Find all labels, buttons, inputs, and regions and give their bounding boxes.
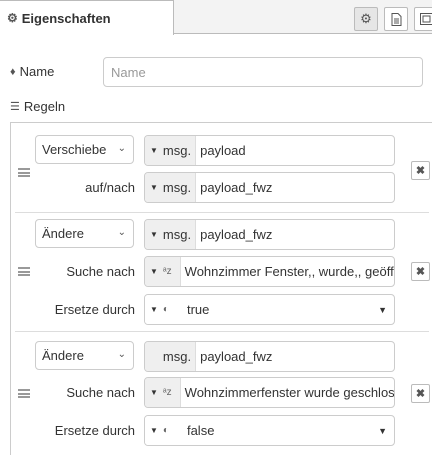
search-label: Suche nach <box>66 264 135 279</box>
rules-label: Regeln <box>23 99 66 114</box>
type-prefix: msg. <box>162 143 192 158</box>
caret-down-icon: ▼ <box>150 267 158 276</box>
rule-property-input[interactable]: ▼ msg. payload <box>144 135 395 166</box>
rule-divider <box>15 212 429 213</box>
rule-action-value: Ändere <box>42 226 84 241</box>
caret-down-icon: ▼ <box>378 305 387 315</box>
rule-property-input[interactable]: ▼ msg. payload_fwz <box>144 219 395 250</box>
string-type-icon: ᵃz <box>162 387 172 398</box>
drag-handle[interactable] <box>18 389 30 398</box>
gear-icon: ⚙ <box>7 11 18 25</box>
caret-down-icon: ▼ <box>150 146 158 155</box>
rules-label-row: ☰ Regeln <box>10 99 65 114</box>
caret-down-icon: ▼ <box>150 183 158 192</box>
delete-rule-button[interactable]: ✖ <box>411 262 430 281</box>
rule-property-input[interactable]: ▼msg. payload_fwz <box>144 341 395 372</box>
delete-rule-button[interactable]: ✖ <box>411 384 430 403</box>
chevron-down-icon: ⌄ <box>117 349 126 360</box>
replace-input[interactable]: ▼ ◐ true ▼ <box>144 294 395 325</box>
name-input[interactable]: Name <box>103 57 423 87</box>
close-icon: ✖ <box>415 165 426 177</box>
target-value: payload_fwz <box>200 180 273 195</box>
rule-action-select[interactable]: Verschiebe ⌄ <box>35 135 134 164</box>
settings-button[interactable]: ⚙ <box>354 7 378 31</box>
list-icon: ☰ <box>10 101 20 113</box>
rule-target-input[interactable]: ▼ msg. payload_fwz <box>144 172 395 203</box>
type-select[interactable]: ▼ msg. <box>145 173 197 202</box>
type-select[interactable]: ▼msg. <box>145 342 197 371</box>
type-prefix: msg. <box>162 227 192 242</box>
name-label: Name <box>19 64 55 79</box>
gear-icon: ⚙ <box>360 11 372 26</box>
replace-input[interactable]: ▼ ◐ false ▼ <box>144 415 395 446</box>
boolean-type-icon: ◐ <box>162 425 169 436</box>
name-label-row: ♦ Name <box>10 64 54 79</box>
drag-handle[interactable] <box>18 168 30 177</box>
rules-list: Verschiebe ⌄ ▼ msg. payload auf/nach ▼ msg… <box>10 122 432 455</box>
rule-action-value: Verschiebe <box>42 142 107 157</box>
type-prefix: msg. <box>162 349 192 364</box>
caret-down-icon: ▼ <box>150 230 158 239</box>
rule-action-value: Ändere <box>42 348 84 363</box>
property-value: payload_fwz <box>200 227 273 242</box>
appearance-button[interactable] <box>414 7 432 31</box>
tag-icon: ♦ <box>10 65 16 78</box>
tab-properties[interactable]: ⚙ Eigenschaften <box>0 0 174 35</box>
property-value: payload <box>200 143 246 158</box>
string-type-icon: ᵃz <box>162 266 172 277</box>
rule-action-select[interactable]: Ändere ⌄ <box>35 341 134 370</box>
description-button[interactable] <box>384 7 408 31</box>
type-select[interactable]: ▼ ◐ <box>145 295 177 324</box>
chevron-down-icon: ⌄ <box>117 227 126 238</box>
close-icon: ✖ <box>415 266 426 278</box>
chevron-down-icon: ⌄ <box>117 143 126 154</box>
type-select[interactable]: ▼ msg. <box>145 220 197 249</box>
replace-value: false <box>186 423 215 438</box>
caret-down-icon: ▼ <box>150 305 158 314</box>
delete-rule-button[interactable]: ✖ <box>411 161 430 180</box>
boolean-type-icon: ◐ <box>162 304 169 315</box>
close-icon: ✖ <box>415 388 426 400</box>
search-label: Suche nach <box>66 385 135 400</box>
type-select[interactable]: ▼ ◐ <box>145 416 177 445</box>
document-icon <box>391 12 401 26</box>
type-select[interactable]: ▼ ᵃz <box>145 378 181 407</box>
search-value: Wohnzimmer Fenster,, wurde,, geöffnet <box>184 264 395 279</box>
type-select[interactable]: ▼ ᵃz <box>145 257 181 286</box>
tab-title: Eigenschaften <box>21 10 111 26</box>
replace-label: Ersetze durch <box>54 423 135 438</box>
tab-bar: ⚙ Eigenschaften ⚙ <box>0 0 432 35</box>
property-value: payload_fwz <box>200 349 273 364</box>
caret-down-icon: ▼ <box>378 426 387 436</box>
caret-down-icon: ▼ <box>150 426 158 435</box>
replace-label: Ersetze durch <box>54 302 135 317</box>
caret-down-icon: ▼ <box>150 388 158 397</box>
rule-action-select[interactable]: Ändere ⌄ <box>35 219 134 248</box>
target-label: auf/nach <box>85 180 135 195</box>
rule-divider <box>15 331 429 332</box>
type-prefix: msg. <box>162 180 192 195</box>
search-input[interactable]: ▼ ᵃz Wohnzimmerfenster wurde geschlossen <box>144 377 395 408</box>
search-input[interactable]: ▼ ᵃz Wohnzimmer Fenster,, wurde,, geöffne… <box>144 256 395 287</box>
search-value: Wohnzimmerfenster wurde geschlossen <box>184 385 395 400</box>
drag-handle[interactable] <box>18 267 30 276</box>
type-select[interactable]: ▼ msg. <box>145 136 197 165</box>
replace-value: true <box>186 302 210 317</box>
name-placeholder: Name <box>111 64 146 80</box>
layout-icon <box>419 13 432 25</box>
